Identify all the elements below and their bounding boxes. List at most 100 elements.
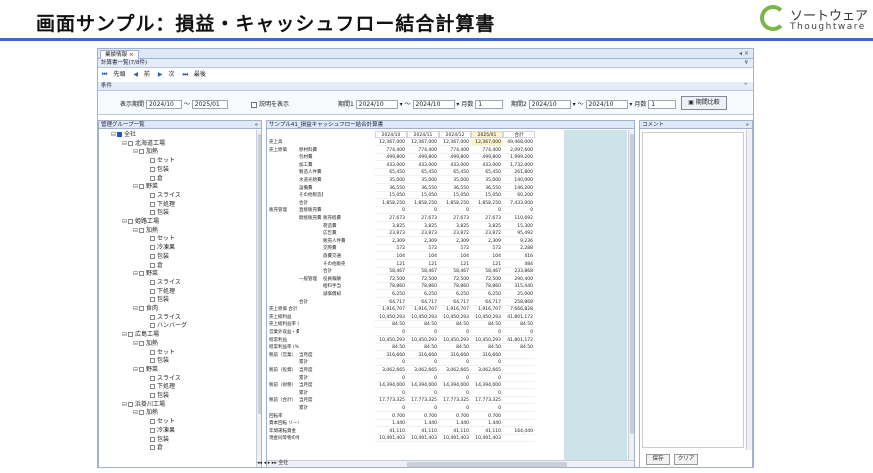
table-cell[interactable]: 2,309 — [439, 238, 471, 245]
table-cell[interactable]: 774,400 — [375, 147, 407, 154]
table-cell[interactable]: 1.440 — [375, 420, 407, 428]
tree-node[interactable]: ⊟ 食肉 — [133, 305, 158, 313]
table-cell[interactable]: 64,717 — [471, 299, 503, 306]
comment-collapse-icon[interactable]: » — [746, 121, 749, 128]
table-cell[interactable]: 1.440 — [439, 420, 471, 428]
table-cell[interactable] — [503, 352, 535, 359]
table-cell[interactable]: 12,367,000 — [471, 139, 503, 146]
tree-node[interactable]: ⊟ 加熱 — [133, 409, 158, 417]
tree-checkbox[interactable] — [150, 201, 155, 207]
tree-node[interactable]: 冷凍果 — [144, 427, 175, 435]
tree-checkbox[interactable] — [139, 340, 144, 346]
tree-node[interactable]: ⊟ 広島工場 — [122, 331, 159, 339]
tree-checkbox[interactable] — [128, 332, 133, 338]
tree-node[interactable]: セット — [144, 235, 175, 243]
table-cell[interactable]: 0 — [471, 329, 503, 336]
table-cell[interactable]: 84.50 — [503, 344, 535, 352]
table-cell[interactable]: 1,916,707 — [471, 306, 503, 314]
table-cell[interactable]: 7,433,000 — [503, 200, 535, 207]
grid-hscroll-thumb[interactable] — [407, 462, 567, 467]
sheet-tab[interactable]: 全社 — [278, 460, 288, 466]
p2-months-input[interactable]: 1 — [648, 100, 677, 109]
table-cell[interactable] — [503, 420, 535, 428]
table-cell[interactable]: 58,467 — [375, 268, 407, 276]
table-cell[interactable]: 84.50 — [407, 321, 439, 329]
table-cell[interactable]: 84.50 — [439, 344, 471, 352]
table-cell[interactable]: 3,825 — [439, 223, 471, 230]
table-cell[interactable]: 121 — [471, 261, 503, 268]
tree-node[interactable]: ⊟ 北海道工場 — [122, 140, 165, 148]
table-cell[interactable]: 84.50 — [471, 344, 503, 352]
table-cell[interactable]: 0 — [439, 390, 471, 397]
table-cell[interactable]: 41,110 — [439, 428, 471, 435]
table-cell[interactable]: 0 — [471, 405, 503, 412]
tree-checkbox[interactable] — [150, 419, 155, 425]
table-cell[interactable]: 104 — [439, 253, 471, 260]
first-button[interactable]: 先頭 — [113, 71, 125, 78]
table-cell[interactable]: 0 — [439, 405, 471, 412]
tree-node[interactable]: セット — [144, 418, 175, 426]
tree-node[interactable]: 冷凍果 — [144, 244, 175, 252]
tree-checkbox[interactable] — [150, 323, 155, 329]
table-cell[interactable]: 78,860 — [439, 283, 471, 291]
tree-checkbox[interactable] — [150, 166, 155, 172]
p1-from-select[interactable]: 2024/10 — [355, 100, 398, 109]
tree-node[interactable]: ⊟ 浜掛川工場 — [122, 401, 165, 409]
table-cell[interactable]: 10,491,403 — [375, 435, 407, 443]
tree-checkbox[interactable] — [150, 384, 155, 390]
table-cell[interactable]: 78,860 — [407, 283, 439, 291]
table-cell[interactable]: 0 — [375, 329, 407, 336]
table-cell[interactable]: 14,394,000 — [471, 382, 503, 390]
table-cell[interactable]: 27,673 — [471, 215, 503, 222]
tree-checkbox[interactable] — [117, 132, 122, 137]
tree-node[interactable]: ⊟ 加熱 — [133, 227, 158, 235]
table-cell[interactable]: 15,050 — [471, 192, 503, 200]
tree-checkbox[interactable] — [150, 427, 155, 433]
table-cell[interactable]: 2,309 — [375, 238, 407, 245]
table-cell[interactable]: 774,400 — [471, 147, 503, 154]
tree-checkbox[interactable] — [150, 436, 155, 442]
table-cell[interactable] — [503, 367, 535, 374]
table-cell[interactable]: 499,800 — [407, 154, 439, 162]
tree-checkbox[interactable] — [139, 410, 144, 416]
table-cell[interactable]: 0 — [375, 359, 407, 367]
table-cell[interactable]: 36,550 — [471, 185, 503, 192]
table-cell[interactable]: 15,050 — [407, 192, 439, 200]
tree-checkbox[interactable] — [150, 288, 155, 294]
table-cell[interactable]: 64,717 — [439, 299, 471, 306]
table-cell[interactable]: 0.700 — [375, 413, 407, 420]
table-cell[interactable]: 17,773,325 — [439, 397, 471, 405]
table-cell[interactable]: 78,860 — [375, 283, 407, 291]
table-cell[interactable]: 23,873 — [407, 230, 439, 238]
next-button[interactable]: 次 — [169, 71, 175, 78]
table-cell[interactable]: 0 — [439, 375, 471, 382]
tree-checkbox[interactable] — [150, 349, 155, 355]
table-cell[interactable]: 0.700 — [471, 413, 503, 420]
table-cell[interactable]: 433,000 — [375, 162, 407, 169]
tree-checkbox[interactable] — [139, 149, 144, 155]
tree-checkbox[interactable] — [139, 271, 144, 277]
table-cell[interactable]: 572 — [439, 245, 471, 253]
table-cell[interactable]: 65,450 — [375, 169, 407, 177]
table-cell[interactable]: 1.440 — [471, 420, 503, 428]
table-cell[interactable]: 41,801,172 — [503, 337, 535, 344]
tree-checkbox[interactable] — [128, 401, 133, 407]
table-cell[interactable]: 1,916,707 — [407, 306, 439, 314]
tree-scroll-thumb[interactable] — [258, 134, 261, 414]
tree-node[interactable]: 包装 — [144, 436, 169, 444]
table-cell[interactable]: 58,467 — [407, 268, 439, 276]
table-cell[interactable]: 10,450,293 — [407, 314, 439, 321]
table-cell[interactable]: 1.440 — [407, 420, 439, 428]
table-cell[interactable]: 499,800 — [471, 154, 503, 162]
tab-close-icon[interactable]: × — [129, 52, 134, 58]
table-cell[interactable]: 7,666,828 — [503, 306, 535, 314]
table-cell[interactable]: 0 — [407, 207, 439, 215]
table-cell[interactable]: 774,400 — [407, 147, 439, 154]
table-cell[interactable]: 0 — [439, 359, 471, 367]
table-cell[interactable]: 17,773,325 — [375, 397, 407, 405]
tree-checkbox[interactable] — [128, 219, 133, 224]
table-cell[interactable]: 0 — [407, 375, 439, 382]
tree-node[interactable]: 包装 — [144, 296, 169, 304]
tree-node[interactable]: ⊟ 野菜 — [133, 366, 158, 374]
table-cell[interactable]: 41,110 — [407, 428, 439, 435]
